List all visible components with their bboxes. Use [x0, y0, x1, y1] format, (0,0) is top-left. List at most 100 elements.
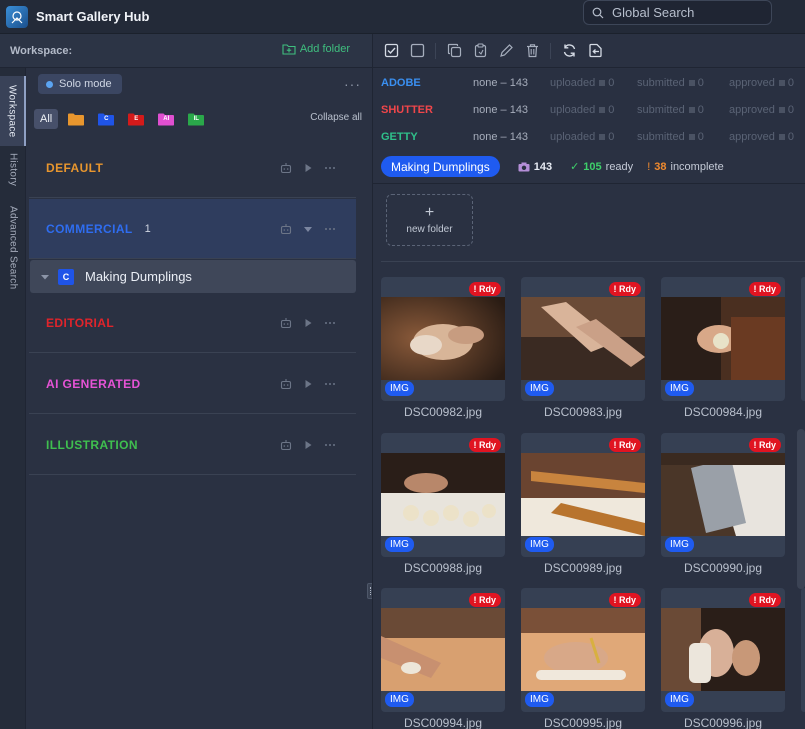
workspace-header: Workspace: Add folder	[0, 34, 372, 68]
tab-advanced-search[interactable]: Advanced Search	[0, 198, 26, 298]
chevron-down-icon[interactable]	[40, 272, 50, 282]
search-icon	[592, 7, 604, 18]
category-name: ILLUSTRATION	[46, 437, 138, 452]
folder-commercial-icon[interactable]: C	[98, 113, 115, 126]
filter-all-button[interactable]: All	[34, 109, 59, 129]
collapse-all-button[interactable]: Collapse all	[310, 112, 362, 123]
workspace-panel: Solo mode ··· All C E AI IL Collapse all…	[26, 68, 372, 729]
agency-submitted: submitted 0	[637, 103, 704, 116]
plus-icon: +	[424, 203, 435, 221]
agency-uploaded: uploaded 0	[550, 130, 615, 143]
file-type-badge: IMG	[525, 692, 554, 707]
new-folder-label: new folder	[406, 223, 453, 235]
file-type-badge: IMG	[525, 537, 554, 552]
more-icon[interactable]	[324, 162, 336, 174]
more-icon[interactable]	[324, 317, 336, 329]
category-ai-generated[interactable]: AI GENERATED	[29, 354, 356, 414]
chevron-down-icon[interactable]	[302, 223, 314, 235]
play-icon[interactable]	[302, 317, 314, 329]
status-badge: ! Rdy	[748, 282, 781, 296]
paste-button[interactable]	[472, 43, 488, 59]
commercial-badge-icon: C	[58, 268, 74, 285]
folder-orange-icon[interactable]	[68, 113, 85, 126]
file-name: DSC00996.jpg	[683, 716, 763, 729]
current-folder-pill[interactable]: Making Dumplings	[381, 156, 500, 177]
file-name: DSC00984.jpg	[683, 405, 763, 419]
file-type-badge: IMG	[385, 537, 414, 552]
ready-count: ✓ 105 ready	[570, 160, 634, 174]
refresh-button[interactable]	[561, 43, 577, 59]
folder-summary: Making Dumplings 143 ✓ 105 ready ! 38 incomp…	[373, 150, 805, 184]
image-card[interactable]: ! Rdy IMG	[381, 588, 505, 712]
category-name: EDITORIAL	[46, 315, 115, 330]
toolbar-divider	[435, 42, 436, 59]
category-commercial[interactable]: COMMERCIAL 1	[29, 199, 356, 259]
image-card[interactable]: ! Rdy IMG	[521, 277, 645, 401]
image-card[interactable]: ! Rdy IMG	[381, 433, 505, 557]
select-all-button[interactable]	[383, 43, 399, 59]
image-card-partial[interactable]	[801, 277, 805, 401]
more-icon[interactable]	[324, 378, 336, 390]
add-folder-button[interactable]: Add folder	[282, 42, 350, 56]
edit-button[interactable]	[498, 43, 514, 59]
status-badge: ! Rdy	[608, 438, 641, 452]
delete-button[interactable]	[524, 43, 540, 59]
checkbox-checked-icon	[384, 43, 398, 58]
tab-history[interactable]: History	[0, 148, 26, 192]
file-type-badge: IMG	[665, 381, 694, 396]
image-card[interactable]: ! Rdy IMG	[661, 588, 785, 712]
folder-editorial-icon[interactable]: E	[128, 113, 145, 126]
status-badge: ! Rdy	[468, 438, 501, 452]
agency-range: none – 143	[473, 130, 529, 143]
subfolder-making-dumplings[interactable]: C Making Dumplings	[30, 260, 356, 293]
section-divider	[381, 261, 805, 262]
more-icon[interactable]	[324, 439, 336, 451]
robot-icon[interactable]	[280, 162, 292, 174]
file-type-badge: IMG	[385, 381, 414, 396]
trash-icon	[526, 44, 538, 58]
image-card[interactable]: ! Rdy IMG	[661, 277, 785, 401]
agency-uploaded: uploaded 0	[550, 103, 615, 116]
category-editorial[interactable]: EDITORIAL	[29, 293, 356, 353]
folder-illustration-icon[interactable]: IL	[188, 113, 205, 126]
play-icon[interactable]	[302, 378, 314, 390]
total-count: 143	[518, 161, 556, 173]
file-name: DSC00982.jpg	[403, 405, 483, 419]
copy-button[interactable]	[446, 43, 462, 59]
title-bar: Smart Gallery Hub	[0, 0, 805, 34]
status-badge: ! Rdy	[748, 438, 781, 452]
robot-icon[interactable]	[280, 223, 292, 235]
agency-row-shutter: SHUTTER none – 143 uploaded 0 submitted 0 …	[373, 96, 805, 123]
gallery-scrollbar[interactable]	[797, 429, 805, 589]
category-illustration[interactable]: ILLUSTRATION	[29, 415, 356, 475]
tab-workspace[interactable]: Workspace	[0, 76, 26, 146]
search-input[interactable]	[612, 5, 762, 20]
play-icon[interactable]	[302, 439, 314, 451]
image-card[interactable]: ! Rdy IMG	[521, 588, 645, 712]
image-thumbnail	[521, 297, 645, 380]
solo-mode-label: Solo mode	[59, 78, 112, 90]
category-default[interactable]: DEFAULT	[29, 138, 356, 198]
robot-icon[interactable]	[280, 317, 292, 329]
solo-mode-toggle[interactable]: Solo mode	[38, 74, 122, 94]
deselect-button[interactable]	[409, 43, 425, 59]
image-thumbnail	[381, 608, 505, 691]
image-card[interactable]: ! Rdy IMG	[381, 277, 505, 401]
workspace-label: Workspace:	[10, 44, 73, 57]
play-icon[interactable]	[302, 162, 314, 174]
app-title: Smart Gallery Hub	[36, 9, 150, 24]
new-folder-button[interactable]: + new folder	[386, 194, 473, 246]
agency-approved: approved 0	[729, 130, 794, 143]
export-button[interactable]	[587, 43, 603, 59]
image-card[interactable]: ! Rdy IMG	[661, 433, 785, 557]
image-card-partial[interactable]	[801, 588, 805, 712]
image-card[interactable]: ! Rdy IMG	[521, 433, 645, 557]
image-thumbnail	[381, 453, 505, 536]
robot-icon[interactable]	[280, 378, 292, 390]
robot-icon[interactable]	[280, 439, 292, 451]
file-type-badge: IMG	[525, 381, 554, 396]
workspace-more-icon[interactable]: ···	[344, 76, 361, 92]
more-icon[interactable]	[324, 223, 336, 235]
global-search[interactable]	[583, 0, 772, 25]
folder-ai-icon[interactable]: AI	[158, 113, 175, 126]
